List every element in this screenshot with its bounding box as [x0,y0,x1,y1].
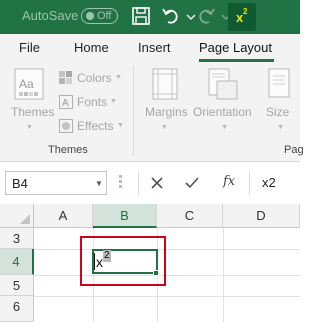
title-bar: AutoSave Off x 2 [0,0,300,34]
size-dropdown-icon[interactable]: ▼ [277,124,284,131]
ribbon-group-divider [133,66,134,156]
colors-label[interactable]: Colors [77,71,112,85]
gridline [34,296,300,297]
name-box[interactable]: B4 ▼ [5,171,107,195]
insert-function-icon[interactable]: fx [223,174,235,189]
effects-dropdown-icon[interactable]: ▼ [117,122,124,129]
gridline [34,275,300,276]
themes-icon[interactable]: Aa [14,68,44,100]
size-label[interactable]: Size [266,105,289,119]
tab-page-layout[interactable]: Page Layout [199,40,272,55]
formula-input[interactable]: x2 [262,175,276,190]
cancel-icon[interactable] [148,174,166,192]
orientation-dropdown-icon[interactable]: ▼ [221,124,228,131]
column-header-b[interactable]: B [93,204,157,228]
ribbon-page-layout: Aa Themes ▼ Colors ▼ A Fonts ▼ Effects ▼… [0,62,304,162]
annotation-highlight-box [80,236,166,286]
column-header-a[interactable]: A [34,204,93,228]
toggle-knob [86,12,94,20]
row-header-4[interactable]: 4 [0,249,34,275]
row-header-5[interactable]: 5 [0,275,34,296]
tab-home[interactable]: Home [74,40,109,55]
fonts-dropdown-icon[interactable]: ▼ [110,98,117,105]
themes-dropdown-icon[interactable]: ▼ [26,124,33,131]
autosave-label: AutoSave [22,8,79,23]
themes-button-label[interactable]: Themes [11,105,54,119]
row-header-3[interactable]: 3 [0,228,34,249]
superscript-exponent: 2 [243,7,248,16]
orientation-icon[interactable] [208,68,238,100]
formula-bar-resize-handle[interactable] [119,175,123,193]
colors-dropdown-icon[interactable]: ▼ [115,74,122,81]
ribbon-tabs: File Home Insert Page Layout [0,34,300,62]
margins-label[interactable]: Margins [145,105,188,119]
tab-insert[interactable]: Insert [138,40,171,55]
undo-dropdown-icon[interactable] [180,5,196,27]
redo-icon[interactable] [195,5,217,27]
name-box-dropdown-icon[interactable]: ▼ [95,179,103,188]
formula-bar: B4 ▼ fx x2 [0,162,300,204]
select-all-button[interactable] [0,204,34,228]
formula-buttons: fx [138,171,250,195]
effects-icon[interactable] [59,119,73,133]
fonts-icon[interactable]: A [59,95,73,109]
enter-check-icon[interactable] [183,174,201,192]
themes-group-label: Themes [48,144,88,156]
fonts-label[interactable]: Fonts [77,95,107,109]
page-setup-group-label: Pag [284,144,304,156]
row-header-6[interactable]: 6 [0,296,34,322]
name-box-value: B4 [12,176,28,191]
column-header-c[interactable]: C [157,204,223,228]
size-icon[interactable] [268,68,292,100]
redo-dropdown-icon[interactable] [215,5,231,27]
orientation-label[interactable]: Orientation [193,105,252,119]
undo-icon[interactable] [160,5,182,27]
superscript-icon[interactable]: x 2 [228,3,256,31]
margins-dropdown-icon[interactable]: ▼ [161,124,168,131]
save-icon[interactable] [130,5,152,27]
column-header-d[interactable]: D [223,204,300,228]
tab-file[interactable]: File [19,40,40,55]
margins-icon[interactable] [152,68,178,100]
svg-text:Aa: Aa [19,77,34,91]
svg-text:A: A [62,98,69,109]
gridline [34,249,300,250]
colors-icon[interactable] [59,71,73,85]
autosave-state: Off [97,10,112,22]
autosave-toggle[interactable]: Off [81,8,118,24]
effects-label[interactable]: Effects [77,119,113,133]
